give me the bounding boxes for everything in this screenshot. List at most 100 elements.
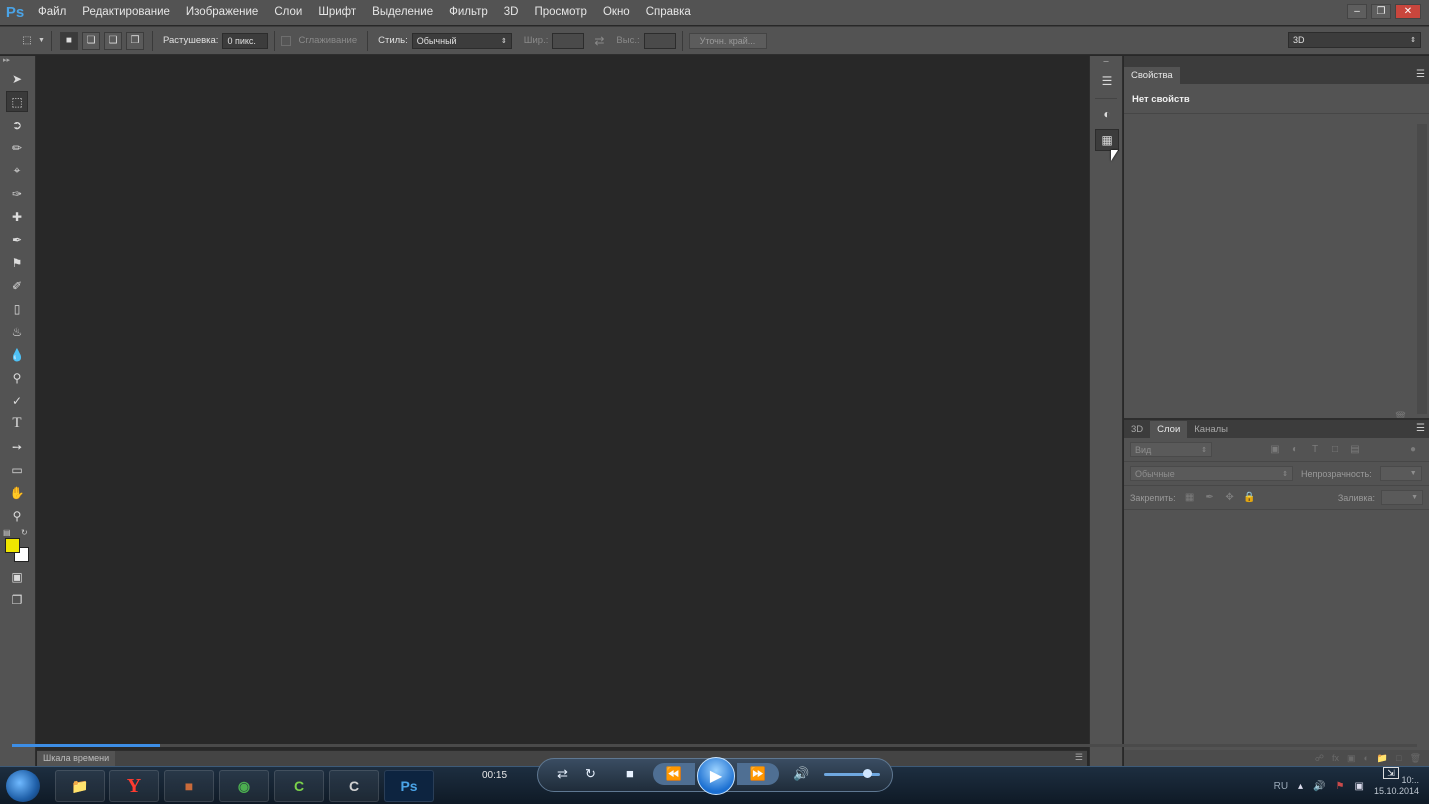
fast-forward-icon[interactable]: ⏩ [737, 763, 779, 785]
height-input[interactable] [643, 32, 676, 49]
path-select-tool-icon[interactable]: ➙ [6, 436, 28, 457]
tab-channels[interactable]: Каналы [1187, 421, 1235, 438]
network-icon[interactable]: ▣ [1355, 781, 1364, 792]
rewind-icon[interactable]: ⏪ [653, 763, 695, 785]
menu-edit[interactable]: Редактирование [74, 0, 178, 25]
refine-edge-button[interactable]: Уточн. край... [688, 32, 767, 49]
width-input[interactable] [552, 32, 585, 49]
layers-list[interactable] [1124, 510, 1429, 740]
antialias-checkbox[interactable] [281, 35, 292, 46]
menu-layers[interactable]: Слои [266, 0, 310, 25]
menu-3d[interactable]: 3D [496, 0, 527, 25]
start-button[interactable] [6, 770, 40, 802]
new-layer-icon[interactable]: □ [1396, 753, 1401, 763]
rect-marquee-tool-icon[interactable]: ⬚ [6, 91, 28, 112]
explorer-icon[interactable]: 📁 [55, 770, 105, 802]
quick-select-tool-icon[interactable]: ✏ [6, 137, 28, 158]
close-icon[interactable]: ✕ [1395, 3, 1421, 19]
lock-pixels-icon[interactable]: ▦ [1182, 492, 1198, 503]
clone-stamp-tool-icon[interactable]: ⚑ [6, 252, 28, 273]
blur-tool-icon[interactable]: 💧 [6, 344, 28, 365]
pen-tool-icon[interactable]: ✓ [6, 390, 28, 411]
lock-all-icon[interactable]: 🔒 [1242, 492, 1258, 503]
camtasia-recorder-icon[interactable]: C [329, 770, 379, 802]
filter-type-icon[interactable]: T [1307, 444, 1323, 455]
menu-image[interactable]: Изображение [178, 0, 266, 25]
eraser-tool-icon[interactable]: ▯ [6, 298, 28, 319]
properties-panel-icon[interactable]: ▦ [1095, 129, 1119, 151]
volume-tray-icon[interactable]: 🔊 [1313, 781, 1325, 792]
filter-toggle-icon[interactable]: ● [1405, 444, 1421, 455]
lock-paint-icon[interactable]: ✒ [1202, 492, 1218, 503]
dock-grip-icon[interactable]: ⚊ [1090, 56, 1122, 66]
intersect-selection-icon[interactable]: ❒ [125, 31, 144, 50]
lock-position-icon[interactable]: ✥ [1222, 492, 1238, 503]
chrome-icon[interactable]: ◉ [219, 770, 269, 802]
dodge-tool-icon[interactable]: ⚲ [6, 367, 28, 388]
style-select[interactable]: Обычный ⇕ [411, 32, 512, 49]
repeat-icon[interactable]: ↻ [585, 766, 596, 782]
workspace-select[interactable]: 3D ⇕ [1288, 32, 1421, 48]
camtasia-icon[interactable]: C [274, 770, 324, 802]
panel-grip-icon[interactable]: ▸▸ [0, 56, 35, 66]
menu-file[interactable]: Файл [30, 0, 74, 25]
crop-tool-icon[interactable]: ⌖ [6, 160, 28, 181]
history-panel-icon[interactable]: ☰ [1095, 70, 1119, 92]
tab-timeline[interactable]: Шкала времени [37, 751, 116, 767]
menu-window[interactable]: Окно [595, 0, 638, 25]
yandex-browser-icon[interactable]: Y [109, 770, 159, 802]
volume-icon[interactable]: 🔊 [793, 766, 809, 782]
filter-smart-object-icon[interactable]: ▤ [1347, 444, 1363, 455]
adjustments-panel-icon[interactable]: ◐ [1095, 103, 1119, 125]
opacity-input[interactable]: ▼ [1379, 466, 1422, 481]
fill-input[interactable]: ▼ [1381, 490, 1423, 505]
lasso-tool-icon[interactable]: ➲ [6, 114, 28, 135]
action-center-icon[interactable]: ⚑ [1336, 781, 1345, 792]
menu-filter[interactable]: Фильтр [441, 0, 496, 25]
filter-shape-icon[interactable]: □ [1327, 444, 1343, 455]
new-adjustment-icon[interactable]: ◐ [1363, 753, 1368, 763]
tab-3d[interactable]: 3D [1124, 421, 1150, 438]
type-tool-icon[interactable]: T [6, 413, 28, 434]
swap-colors-icon[interactable]: ↻ [21, 528, 28, 537]
add-mask-icon[interactable]: ▣ [1347, 753, 1356, 764]
delete-layer-icon[interactable]: 🗑 [1410, 753, 1421, 764]
menu-select[interactable]: Выделение [364, 0, 441, 25]
minimize-icon[interactable]: – [1347, 3, 1367, 19]
default-colors-icon[interactable]: ▤ [3, 528, 11, 537]
filter-adjustment-icon[interactable]: ◐ [1287, 444, 1303, 455]
chevron-down-icon[interactable]: ▼ [38, 37, 45, 44]
screen-mode-icon[interactable]: ❐ [6, 589, 28, 610]
language-indicator[interactable]: RU [1274, 781, 1288, 792]
brush-tool-icon[interactable]: ✒ [6, 229, 28, 250]
fullscreen-toggle-icon[interactable]: ⇲ [1383, 767, 1399, 779]
move-tool-icon[interactable]: ➤ [6, 68, 28, 89]
tab-properties[interactable]: Свойства [1124, 67, 1180, 84]
tray-expand-icon[interactable]: ▴ [1298, 781, 1303, 792]
new-group-icon[interactable]: 📁 [1377, 753, 1388, 764]
menu-help[interactable]: Справка [638, 0, 699, 25]
stop-icon[interactable]: ■ [626, 766, 634, 781]
video-seek-bar[interactable] [12, 744, 1417, 747]
hand-tool-icon[interactable]: ✋ [6, 482, 28, 503]
paint-bucket-tool-icon[interactable]: ♨ [6, 321, 28, 342]
rectangle-tool-icon[interactable]: ▭ [6, 459, 28, 480]
subtract-selection-icon[interactable]: ❑ [103, 31, 122, 50]
add-selection-icon[interactable]: ❏ [81, 31, 100, 50]
menu-type[interactable]: Шрифт [310, 0, 364, 25]
healing-brush-tool-icon[interactable]: ✚ [6, 206, 28, 227]
fx-icon[interactable]: fx [1332, 753, 1339, 763]
foreground-color[interactable] [5, 538, 20, 553]
link-layers-icon[interactable]: ☍ [1315, 753, 1324, 764]
play-icon[interactable]: ▶ [697, 757, 735, 795]
swap-dimensions-icon[interactable]: ⇄ [594, 34, 604, 48]
zoom-tool-icon[interactable]: ⚲ [6, 505, 28, 526]
filter-pixel-icon[interactable]: ▣ [1267, 444, 1283, 455]
menu-view[interactable]: Просмотр [526, 0, 595, 25]
history-brush-tool-icon[interactable]: ✐ [6, 275, 28, 296]
properties-scrollbar[interactable] [1417, 124, 1427, 414]
volume-slider-handle[interactable] [863, 769, 872, 778]
photoshop-taskbar-icon[interactable]: Ps [384, 770, 434, 802]
blend-mode-select[interactable]: Обычные ⇕ [1130, 466, 1293, 481]
restore-icon[interactable]: ❐ [1371, 3, 1391, 19]
